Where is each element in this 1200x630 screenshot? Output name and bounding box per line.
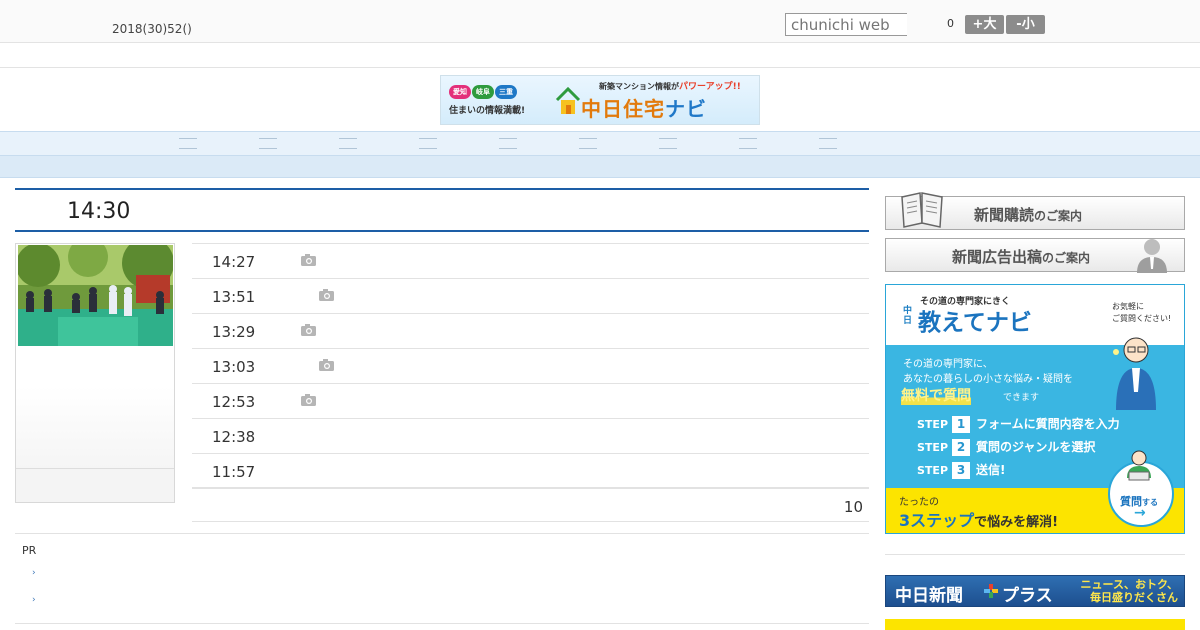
- camera-icon: [301, 254, 316, 266]
- pr-label: PR: [22, 544, 37, 557]
- newspaper-advertising-button[interactable]: 新聞広告出稿のご案内: [885, 238, 1185, 273]
- sub-nav: [0, 156, 1200, 178]
- ad-footer-kicker: たったの: [899, 497, 939, 508]
- font-larger-button[interactable]: +大: [965, 15, 1004, 34]
- news-time: 13:29: [212, 323, 256, 341]
- banner-tagline: 住まいの情報満載!: [449, 106, 526, 116]
- sidebar-divider: [885, 554, 1185, 555]
- plus-icon: [984, 584, 998, 598]
- ad-note: お気軽に ご質問ください!: [1112, 302, 1172, 323]
- news-row[interactable]: 11:57: [192, 453, 869, 488]
- news-row[interactable]: 14:27: [192, 243, 869, 278]
- oshiete-navi-ad[interactable]: その道の専門家にきく 中日 教えてナビ お気軽に ご質問ください! その道の専門家…: [885, 284, 1185, 534]
- housing-navi-banner[interactable]: 愛知 岐阜 三重 住まいの情報満載! 新築マンション情報がパワーアップ!! 中日…: [440, 75, 760, 125]
- chunichi-plus-banner[interactable]: 中日新聞 プラス ニュース、おトク、 毎日盛りだくさん: [885, 575, 1185, 607]
- ad-step: STEP 2 質問のジャンルを選択: [917, 439, 1096, 456]
- news-time: 12:53: [212, 393, 256, 411]
- news-list: 14:27 13:51 13:29 13:03 12:53 12:38 11:5…: [192, 243, 869, 522]
- ad-free-question: 無料で質問: [901, 385, 971, 405]
- nav-item[interactable]: [659, 136, 679, 150]
- font-size-indicator: 0: [947, 17, 954, 30]
- arrow-right-icon: →: [1134, 505, 1146, 521]
- featured-photo-box: [15, 243, 175, 503]
- photo-caption-area: [16, 468, 174, 502]
- nav-item[interactable]: [419, 136, 439, 150]
- nav-item[interactable]: [819, 136, 839, 150]
- top-bar: 2018(30)52() 0 +大 -小: [0, 0, 1200, 43]
- nav-item[interactable]: [259, 136, 279, 150]
- ad-step: STEP 3 送信!: [917, 462, 1006, 479]
- news-row[interactable]: 12:38: [192, 418, 869, 453]
- person-at-laptop-icon: [1127, 450, 1151, 481]
- pr-link-bullet[interactable]: ›: [32, 595, 36, 605]
- nav-item[interactable]: [739, 136, 759, 150]
- camera-icon: [319, 289, 334, 301]
- yellow-banner-strip[interactable]: [885, 619, 1185, 630]
- main-nav: [0, 131, 1200, 156]
- region-pill: 岐阜: [472, 85, 494, 99]
- featured-photo[interactable]: [18, 245, 173, 346]
- ad-footer-headline: 3ステップで悩みを解消!: [899, 511, 1059, 530]
- banner-logo: 中日住宅ナビ: [581, 97, 707, 121]
- news-time: 11:57: [212, 463, 256, 481]
- heading-time: 14:30: [67, 199, 131, 224]
- news-row[interactable]: 13:51: [192, 278, 869, 313]
- news-time: 12:38: [212, 428, 256, 446]
- plus-banner-name: プラス: [1002, 586, 1053, 606]
- advertising-label: 新聞広告出稿のご案内: [952, 248, 1091, 266]
- ad-brand-prefix: 中日: [903, 306, 913, 326]
- business-person-icon: [1137, 239, 1167, 273]
- advisor-illustration-icon: [1113, 337, 1156, 410]
- banner-copy: 新築マンション情報がパワーアップ!!: [599, 82, 741, 92]
- pr-section: PR › ›: [15, 533, 869, 624]
- article-heading: 14:30: [15, 188, 869, 232]
- nav-item[interactable]: [339, 136, 359, 150]
- region-pill: 三重: [495, 85, 517, 99]
- font-smaller-button[interactable]: -小: [1006, 15, 1045, 34]
- nav-item[interactable]: [579, 136, 599, 150]
- utility-bar: [0, 43, 1200, 68]
- search-input[interactable]: [785, 13, 907, 36]
- ad-lead: あなたの暮らしの小さな悩み・疑問を: [903, 374, 1073, 385]
- camera-icon: [301, 324, 316, 336]
- ad-title: 教えてナビ: [918, 310, 1032, 336]
- region-pill: 愛知: [449, 85, 471, 99]
- news-time: 13:51: [212, 288, 256, 306]
- plus-banner-brand: 中日新聞: [895, 586, 963, 606]
- newspaper-icon: [901, 192, 943, 228]
- more-link-row[interactable]: 10: [192, 488, 869, 522]
- news-row[interactable]: 12:53: [192, 383, 869, 418]
- nav-item[interactable]: [499, 136, 519, 150]
- current-date: 2018(30)52(): [112, 22, 192, 36]
- more-count: 10: [843, 498, 863, 516]
- camera-icon: [319, 359, 334, 371]
- subscription-label: 新聞購読のご案内: [974, 206, 1083, 224]
- nav-item[interactable]: [179, 136, 199, 150]
- news-row[interactable]: 13:03: [192, 348, 869, 383]
- pr-link-bullet[interactable]: ›: [32, 568, 36, 578]
- camera-icon: [301, 394, 316, 406]
- ad-step: STEP 1 フォームに質問内容を入力: [917, 416, 1120, 433]
- ad-lead: その道の専門家に、: [903, 359, 993, 370]
- newspaper-subscription-button[interactable]: 新聞購読のご案内: [885, 192, 1185, 230]
- news-row[interactable]: 13:29: [192, 313, 869, 348]
- news-time: 13:03: [212, 358, 256, 376]
- news-time: 14:27: [212, 253, 256, 271]
- plus-banner-tagline: ニュース、おトク、 毎日盛りだくさん: [1080, 578, 1178, 604]
- house-icon: [555, 86, 581, 114]
- ad-free-tail: できます: [1003, 393, 1040, 403]
